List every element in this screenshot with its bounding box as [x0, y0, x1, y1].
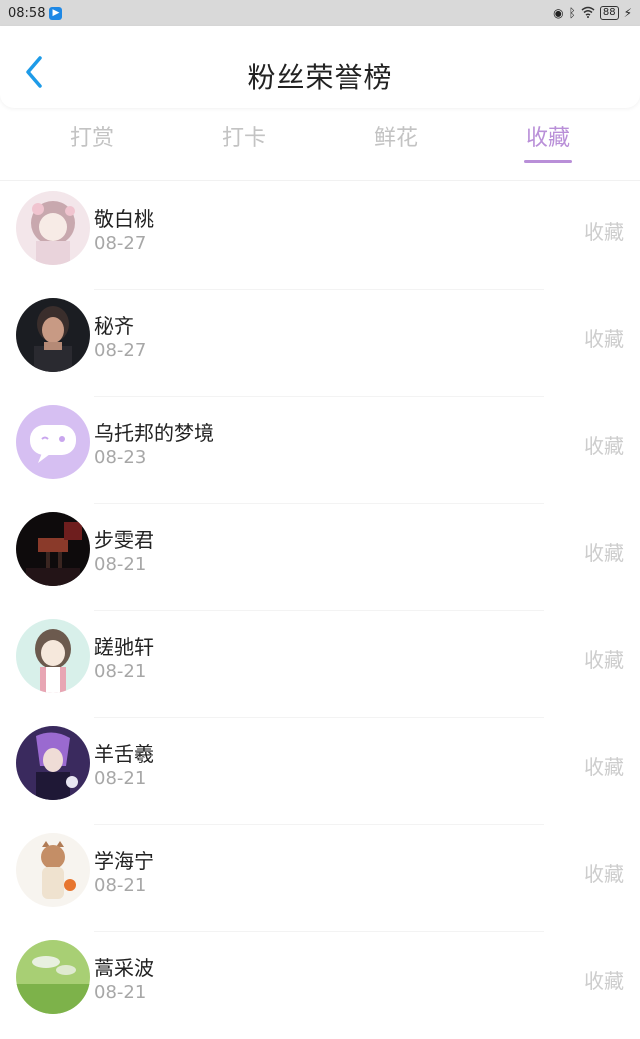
tab-favorites[interactable]: 收藏: [488, 120, 608, 152]
fan-date: 08-27: [94, 233, 147, 254]
bluetooth-icon: ᛒ: [568, 6, 576, 20]
fan-name: 学海宁: [94, 849, 154, 873]
favorite-label: 收藏: [584, 862, 624, 886]
fan-name: 羊舌羲: [94, 742, 154, 766]
list-item[interactable]: 蒿采波 08-21 收藏: [0, 932, 640, 1039]
wifi-icon: [581, 6, 595, 21]
eye-icon: ◉: [553, 6, 564, 20]
fan-name: 步雯君: [94, 528, 154, 552]
fan-name: 秘齐: [94, 314, 134, 338]
list-item[interactable]: 学海宁 08-21 收藏: [0, 825, 640, 932]
list-item[interactable]: 敬白桃 08-27 收藏: [0, 183, 640, 290]
avatar: [16, 940, 90, 1014]
list-item[interactable]: 步雯君 08-21 收藏: [0, 504, 640, 611]
tab-reward[interactable]: 打赏: [32, 120, 152, 152]
charging-icon: ⚡: [623, 6, 632, 20]
fan-date: 08-23: [94, 447, 147, 468]
avatar: [16, 512, 90, 586]
fan-list: 敬白桃 08-27 收藏 秘齐 08-27 收藏 乌托邦的梦境 08-23 收藏…: [0, 183, 640, 1039]
battery-icon: 88: [599, 6, 619, 20]
favorite-label: 收藏: [584, 969, 624, 993]
list-item[interactable]: 羊舌羲 08-21 收藏: [0, 718, 640, 825]
avatar: [16, 298, 90, 372]
app-notification-icon: ▶: [49, 6, 63, 20]
fan-name: 敬白桃: [94, 207, 154, 231]
fan-date: 08-21: [94, 875, 147, 896]
favorite-label: 收藏: [584, 648, 624, 672]
fan-date: 08-21: [94, 554, 147, 575]
tab-bar: 打赏 打卡 鲜花 收藏: [0, 110, 640, 166]
fan-date: 08-21: [94, 982, 147, 1003]
avatar: [16, 191, 90, 265]
list-item[interactable]: 秘齐 08-27 收藏: [0, 290, 640, 397]
header-bar: 粉丝荣誉榜: [0, 26, 640, 108]
fan-date: 08-27: [94, 340, 147, 361]
favorite-label: 收藏: [584, 755, 624, 779]
fan-name: 蹉驰轩: [94, 635, 154, 659]
avatar: [16, 726, 90, 800]
tabs-divider: [0, 180, 640, 181]
fan-name: 蒿采波: [94, 956, 154, 980]
status-right: ◉ ᛒ 88 ⚡: [553, 6, 632, 21]
tab-checkin[interactable]: 打卡: [184, 120, 304, 152]
favorite-label: 收藏: [584, 220, 624, 244]
status-left: 08:58 ▶: [8, 5, 63, 21]
avatar: [16, 833, 90, 907]
list-item[interactable]: 乌托邦的梦境 08-23 收藏: [0, 397, 640, 504]
fan-date: 08-21: [94, 661, 147, 682]
list-item[interactable]: 蹉驰轩 08-21 收藏: [0, 611, 640, 718]
status-time: 08:58: [8, 5, 46, 21]
page-title: 粉丝荣誉榜: [247, 61, 393, 94]
favorite-label: 收藏: [584, 434, 624, 458]
status-bar: 08:58 ▶ ◉ ᛒ 88 ⚡: [0, 0, 640, 26]
avatar: [16, 405, 90, 479]
avatar: [16, 619, 90, 693]
fan-date: 08-21: [94, 768, 147, 789]
tab-flowers[interactable]: 鲜花: [336, 120, 456, 152]
favorite-label: 收藏: [584, 327, 624, 351]
active-tab-indicator: [524, 160, 572, 163]
favorite-label: 收藏: [584, 541, 624, 565]
fan-name: 乌托邦的梦境: [94, 421, 214, 445]
